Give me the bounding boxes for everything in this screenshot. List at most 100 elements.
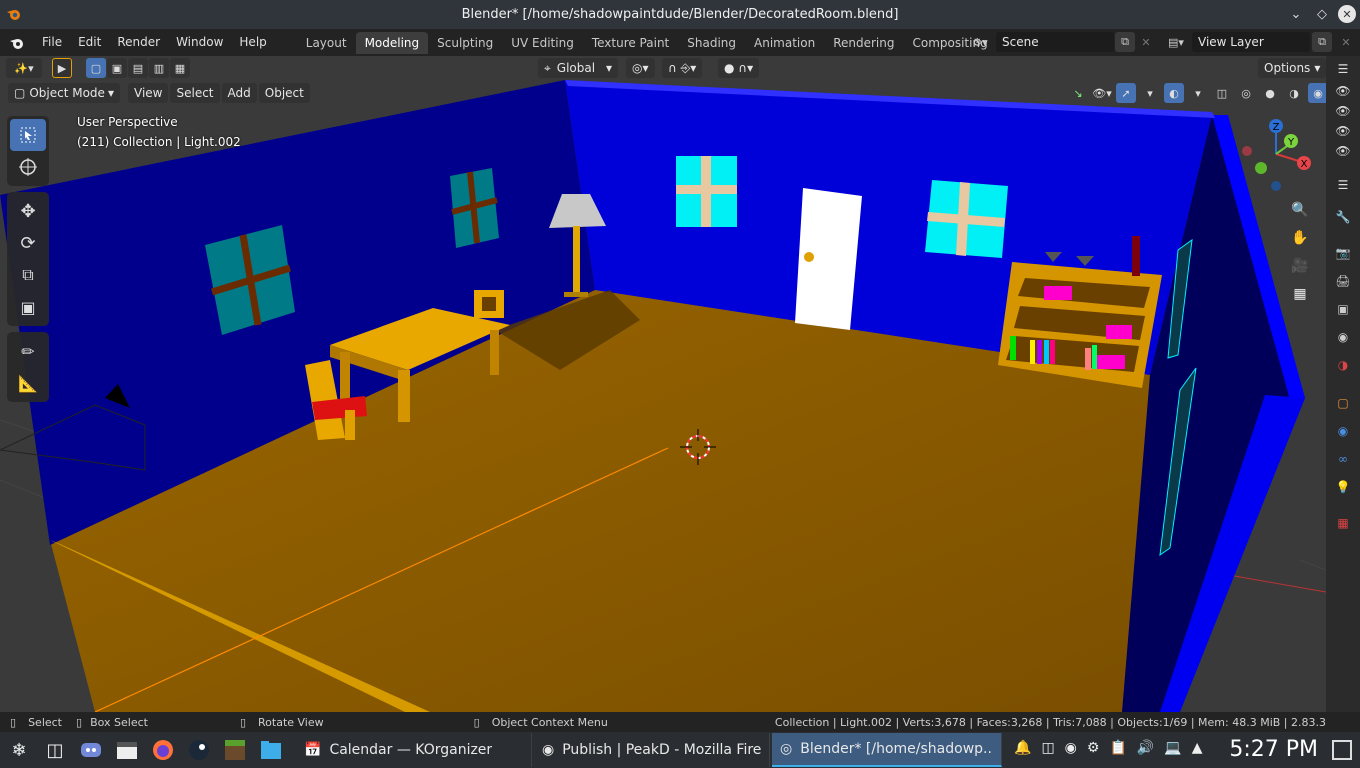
show-desktop-icon[interactable] bbox=[1332, 740, 1352, 760]
minimize-icon[interactable]: ⌄ bbox=[1286, 4, 1306, 24]
tab-rendering[interactable]: Rendering bbox=[824, 32, 903, 54]
minecraft-icon[interactable] bbox=[220, 735, 250, 765]
tab-animation[interactable]: Animation bbox=[745, 32, 824, 54]
add-menu[interactable]: Add bbox=[221, 83, 257, 103]
solid-shading-icon[interactable]: ● bbox=[1260, 83, 1280, 103]
menu-help[interactable]: Help bbox=[231, 29, 274, 56]
camera-view-icon[interactable]: 🎥 bbox=[1290, 256, 1310, 276]
pivot-dropdown[interactable]: ◎▾ bbox=[626, 58, 655, 78]
notifications-icon[interactable]: 🔔 bbox=[1014, 740, 1031, 756]
network-icon[interactable]: 💻 bbox=[1164, 740, 1181, 756]
tool-properties-icon[interactable]: 🔧 bbox=[1334, 208, 1352, 226]
editor-type-icon[interactable]: ✨▾ bbox=[6, 58, 42, 78]
view-layer-selector-icon[interactable]: ▤▾ bbox=[1162, 32, 1190, 52]
maximize-icon[interactable]: ◇ bbox=[1312, 4, 1332, 24]
gizmo-icon[interactable]: ➚ bbox=[1116, 83, 1136, 103]
scene-selector-icon[interactable]: ⚙▾ bbox=[966, 32, 994, 52]
view-layer-field[interactable]: View Layer bbox=[1192, 32, 1310, 52]
options-dropdown[interactable]: Options ▾ bbox=[1258, 58, 1326, 78]
xray-icon[interactable]: ◫ bbox=[1212, 83, 1232, 103]
scale-tool-icon[interactable]: ⧉ bbox=[10, 259, 46, 291]
eye-icon[interactable]: 👁 bbox=[1334, 142, 1352, 160]
gizmo-dropdown-icon[interactable]: ▾ bbox=[1140, 83, 1160, 103]
object-data-properties-icon[interactable]: 💡 bbox=[1334, 478, 1352, 496]
annotate-tool-icon[interactable]: ✏ bbox=[10, 335, 46, 367]
orientation-dropdown[interactable]: ⌖ Global ▾ bbox=[538, 58, 618, 78]
eye-icon[interactable]: 👁 bbox=[1334, 102, 1352, 120]
object-menu[interactable]: Object bbox=[258, 83, 310, 103]
physics-properties-icon[interactable]: ◉ bbox=[1334, 422, 1352, 440]
scene-name-field[interactable]: Scene bbox=[996, 32, 1114, 52]
steam-icon[interactable] bbox=[184, 735, 214, 765]
navigation-gizmo[interactable]: Z X Y bbox=[1236, 116, 1316, 196]
mode-intersect-icon[interactable]: ▦ bbox=[170, 58, 190, 78]
menu-window[interactable]: Window bbox=[168, 29, 231, 56]
overlays-icon[interactable]: ◐ bbox=[1164, 83, 1184, 103]
tab-uv-editing[interactable]: UV Editing bbox=[502, 32, 583, 54]
clipboard-icon[interactable]: 📋 bbox=[1109, 740, 1126, 756]
pan-hand-icon[interactable]: ✋ bbox=[1290, 228, 1310, 248]
layers-icon[interactable]: ◫ bbox=[1041, 740, 1054, 756]
clock[interactable]: 5:27 PM bbox=[1229, 732, 1318, 768]
snap-dropdown[interactable]: ∩ ⎆▾ bbox=[662, 58, 703, 78]
transform-tool-icon[interactable]: ▣ bbox=[10, 291, 46, 323]
object-properties-icon[interactable]: ▢ bbox=[1334, 394, 1352, 412]
menu-render[interactable]: Render bbox=[109, 29, 168, 56]
mode-difference-icon[interactable]: ▥ bbox=[149, 58, 169, 78]
new-view-layer-icon[interactable]: ⧉ bbox=[1312, 32, 1332, 52]
delete-scene-icon[interactable]: ✕ bbox=[1136, 32, 1156, 52]
render-properties-icon[interactable]: 📷 bbox=[1334, 244, 1352, 262]
eye-icon[interactable]: 👁 bbox=[1334, 122, 1352, 140]
desktop-pager-icon[interactable]: ◫ bbox=[40, 735, 70, 765]
3d-viewport[interactable]: ✨▾ ▶ ▢ ▣ ▤ ▥ ▦ ⌖ Global ▾ ◎▾ ∩ ⎆▾ ● ∩▾ Opt… bbox=[0, 56, 1326, 712]
wireframe-shading-icon[interactable]: ◎ bbox=[1236, 83, 1256, 103]
mode-dropdown[interactable]: ▢ Object Mode ▾ bbox=[8, 83, 120, 103]
tab-modeling[interactable]: Modeling bbox=[355, 31, 429, 54]
tab-sculpting[interactable]: Sculpting bbox=[428, 32, 502, 54]
firefox-icon[interactable] bbox=[148, 735, 178, 765]
constraints-properties-icon[interactable]: ∞ bbox=[1334, 450, 1352, 468]
select-menu[interactable]: Select bbox=[170, 83, 220, 103]
scene-properties-icon[interactable]: ◉ bbox=[1334, 328, 1352, 346]
new-scene-icon[interactable]: ⧉ bbox=[1115, 32, 1135, 52]
discord-icon[interactable] bbox=[76, 735, 106, 765]
texture-properties-icon[interactable]: ▦ bbox=[1334, 514, 1352, 532]
delete-view-layer-icon[interactable]: ✕ bbox=[1336, 32, 1356, 52]
mode-set-icon[interactable]: ▢ bbox=[86, 58, 106, 78]
select-box-tool-icon[interactable] bbox=[10, 119, 46, 151]
eye-icon[interactable]: 👁 bbox=[1334, 82, 1352, 100]
tab-texture-paint[interactable]: Texture Paint bbox=[583, 32, 678, 54]
taskbar-task[interactable]: ◎ Blender* [/home/shadowp... bbox=[772, 733, 1002, 767]
volume-icon[interactable]: 🔊 bbox=[1137, 740, 1154, 756]
calendar-app-icon[interactable] bbox=[112, 735, 142, 765]
menu-file[interactable]: File bbox=[34, 29, 70, 56]
tray-expand-icon[interactable]: ▲ bbox=[1192, 740, 1203, 756]
file-manager-icon[interactable] bbox=[256, 735, 286, 765]
world-properties-icon[interactable]: ◑ bbox=[1334, 356, 1352, 374]
zoom-icon[interactable]: 🔍 bbox=[1290, 200, 1310, 220]
menu-edit[interactable]: Edit bbox=[70, 29, 109, 56]
cursor-tool-icon[interactable] bbox=[10, 151, 46, 183]
blender-menu-icon[interactable] bbox=[0, 35, 34, 51]
grid-ortho-icon[interactable]: ▦ bbox=[1290, 284, 1310, 304]
mode-extend-icon[interactable]: ▣ bbox=[107, 58, 127, 78]
outliner-icon[interactable]: ☰ bbox=[1334, 60, 1352, 78]
taskbar-task[interactable]: 📅 Calendar — KOrganizer bbox=[296, 733, 532, 767]
mode-subtract-icon[interactable]: ▤ bbox=[128, 58, 148, 78]
visibility-icon[interactable]: 👁▾ bbox=[1092, 83, 1112, 103]
rotate-tool-icon[interactable]: ⟳ bbox=[10, 227, 46, 259]
output-properties-icon[interactable]: 🖨 bbox=[1334, 272, 1352, 290]
move-tool-icon[interactable]: ✥ bbox=[10, 195, 46, 227]
steam-tray-icon[interactable]: ◉ bbox=[1065, 740, 1077, 756]
updates-icon[interactable]: ⚙ bbox=[1087, 740, 1100, 756]
view-layer-properties-icon[interactable]: ▣ bbox=[1334, 300, 1352, 318]
rendered-shading-icon[interactable]: ◉ bbox=[1308, 83, 1326, 103]
measure-tool-icon[interactable]: 📐 bbox=[10, 367, 46, 399]
selectability-icon[interactable]: ↘ bbox=[1068, 83, 1088, 103]
proportional-edit-toggle[interactable]: ● ∩▾ bbox=[718, 58, 760, 78]
application-launcher-icon[interactable]: ❄ bbox=[4, 735, 34, 765]
taskbar-task[interactable]: ◉ Publish | PeakD - Mozilla Firefox bbox=[534, 733, 770, 767]
properties-editor-icon[interactable]: ☰ bbox=[1334, 176, 1352, 194]
view-menu[interactable]: View bbox=[128, 83, 169, 103]
material-shading-icon[interactable]: ◑ bbox=[1284, 83, 1304, 103]
